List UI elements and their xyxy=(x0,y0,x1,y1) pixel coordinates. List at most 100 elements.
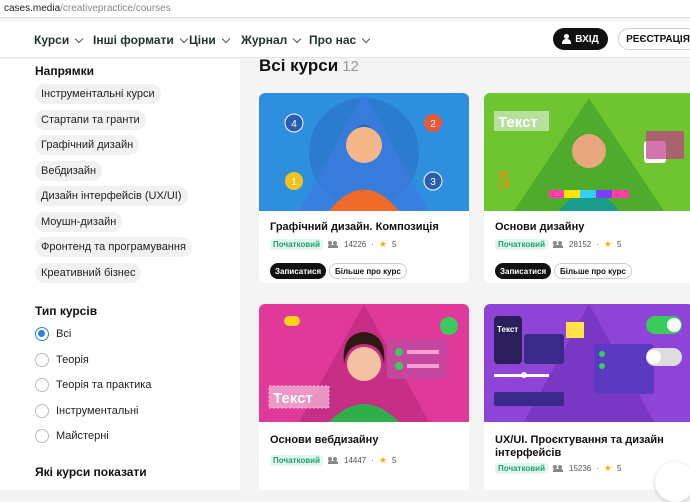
course-title[interactable]: Основи вебдизайну xyxy=(270,434,465,447)
thumb-number: 2 xyxy=(430,119,436,130)
course-card[interactable]: 4 2 1 3 Графічний дизайн. Композиція Поч… xyxy=(259,93,469,283)
course-thumbnail[interactable]: Текст 5 xyxy=(484,93,690,211)
nav-prices-label: Ціни xyxy=(189,33,216,47)
direction-chip[interactable]: Вебдизайн xyxy=(35,161,103,181)
course-count: 12 xyxy=(342,59,359,75)
direction-chip[interactable]: Фронтенд та програмування xyxy=(35,237,192,257)
directions-heading: Напрямки xyxy=(35,64,95,78)
floating-action-button[interactable] xyxy=(655,462,690,502)
nav-journal-label: Журнал xyxy=(241,33,288,47)
radio-button[interactable] xyxy=(35,378,49,392)
course-thumbnail[interactable]: Текст xyxy=(484,304,690,422)
type-radio-all[interactable]: Всі xyxy=(35,327,71,341)
filters-sidebar: Напрямки Інструментальні курси Стартапи … xyxy=(0,59,240,490)
radio-label: Теорія та практика xyxy=(56,379,152,391)
radio-label: Всі xyxy=(56,328,72,340)
thumb-text: Текст xyxy=(498,114,538,131)
register-button[interactable]: РЕЄСТРАЦІЯ xyxy=(618,28,690,50)
user-icon xyxy=(562,34,572,44)
students-count: 14226 xyxy=(344,240,367,249)
level-badge: Початковий xyxy=(495,239,548,250)
which-courses-heading: Які курси показати xyxy=(35,465,147,479)
radio-label: Інструментальні xyxy=(56,405,139,417)
course-card[interactable]: Текст Основи вебдизайну Початковий 14447 ·… xyxy=(259,304,469,490)
type-radio-theory[interactable]: Теорія xyxy=(35,353,89,367)
nav-courses-label: Курси xyxy=(34,33,70,47)
chevron-down-icon xyxy=(293,34,302,43)
course-meta: Початковий 28152 · ★ 5 xyxy=(495,239,621,250)
direction-chip[interactable]: Креативний бізнес xyxy=(35,263,142,283)
course-thumbnail[interactable]: 4 2 1 3 xyxy=(259,93,469,211)
people-icon xyxy=(553,465,564,472)
enroll-button[interactable]: Записатися xyxy=(495,263,552,279)
thumb-number: 4 xyxy=(291,119,297,130)
course-title[interactable]: UX/UI. Проєктування та дизайн інтерфейсі… xyxy=(495,434,690,460)
course-thumbnail[interactable]: Текст xyxy=(259,304,469,422)
course-title[interactable]: Основи дизайну xyxy=(495,221,690,234)
course-title[interactable]: Графічний дизайн. Композиція xyxy=(270,221,465,234)
nav-about-label: Про нас xyxy=(309,33,357,47)
nav-journal[interactable]: Журнал xyxy=(241,33,302,47)
thumb-text: Текст xyxy=(497,325,518,334)
nav-prices[interactable]: Ціни xyxy=(189,33,230,47)
rating: 5 xyxy=(392,456,397,465)
star-icon: ★ xyxy=(378,239,387,249)
type-radio-theory-practice[interactable]: Теорія та практика xyxy=(35,378,151,392)
radio-button[interactable] xyxy=(35,353,49,367)
login-button[interactable]: ВХІД xyxy=(553,28,608,50)
radio-label: Майстерні xyxy=(56,430,109,442)
people-icon xyxy=(328,457,339,464)
thumb-number: 5 xyxy=(498,168,510,194)
direction-chip[interactable]: Графічний дизайн xyxy=(35,135,140,155)
rating: 5 xyxy=(617,240,622,249)
nav-other-formats[interactable]: Інші формати xyxy=(93,33,188,47)
thumb-text: Текст xyxy=(273,390,313,407)
level-badge: Початковий xyxy=(270,239,323,250)
people-icon xyxy=(553,241,564,248)
page-title: Всі курси 12 xyxy=(259,59,359,76)
rating: 5 xyxy=(392,240,397,249)
star-icon: ★ xyxy=(603,463,612,473)
thumb-number: 1 xyxy=(291,177,297,188)
students-count: 28152 xyxy=(569,240,592,249)
nav-other-formats-label: Інші формати xyxy=(93,33,174,47)
star-icon: ★ xyxy=(378,455,387,465)
star-icon: ★ xyxy=(603,239,612,249)
radio-label: Теорія xyxy=(56,354,89,366)
course-meta: Початковий 15236 · ★ 5 xyxy=(495,463,621,474)
level-badge: Початковий xyxy=(495,463,548,474)
url-host: cases.media xyxy=(4,3,61,14)
radio-button[interactable] xyxy=(35,327,49,341)
thumb-number: 3 xyxy=(430,177,436,188)
page-title-text: Всі курси xyxy=(259,59,339,75)
radio-button[interactable] xyxy=(35,404,49,418)
course-card[interactable]: Текст UX/UI. Проєктування та дизайн інте… xyxy=(484,304,690,490)
type-radio-instrumental[interactable]: Інструментальні xyxy=(35,404,139,418)
students-count: 15236 xyxy=(569,464,592,473)
course-type-heading: Тип курсів xyxy=(35,304,98,318)
direction-chip[interactable]: Стартапи та гранти xyxy=(35,110,146,130)
nav-courses[interactable]: Курси xyxy=(34,33,84,47)
more-about-course-button[interactable]: Більше про курс xyxy=(554,263,632,279)
more-about-course-button[interactable]: Більше про курс xyxy=(329,263,407,279)
people-icon xyxy=(328,241,339,248)
level-badge: Початковий xyxy=(270,455,323,466)
address-bar[interactable]: cases.media/creativepractice/courses xyxy=(0,0,690,18)
radio-button[interactable] xyxy=(35,429,49,443)
courses-main: Всі курси 12 4 2 1 3 Графічний дизайн. Ко… xyxy=(240,59,690,490)
type-radio-workshops[interactable]: Майстерні xyxy=(35,429,109,443)
rating: 5 xyxy=(617,464,622,473)
direction-chip[interactable]: Дизайн інтерфейсів (UX/UI) xyxy=(35,186,188,206)
chevron-down-icon xyxy=(221,34,230,43)
direction-chip[interactable]: Моушн-дизайн xyxy=(35,212,123,232)
nav-about[interactable]: Про нас xyxy=(309,33,371,47)
direction-chip[interactable]: Інструментальні курси xyxy=(35,84,161,104)
course-meta: Початковий 14447 · ★ 5 xyxy=(270,455,396,466)
chevron-down-icon xyxy=(74,34,84,43)
chevron-down-icon xyxy=(179,34,188,43)
students-count: 14447 xyxy=(344,456,367,465)
login-label: ВХІД xyxy=(575,33,599,45)
course-card[interactable]: Текст 5 Основи дизайну Початковий 28152 · ★… xyxy=(484,93,690,283)
enroll-button[interactable]: Записатися xyxy=(270,263,327,279)
url-path: /creativepractice/courses xyxy=(60,3,171,14)
